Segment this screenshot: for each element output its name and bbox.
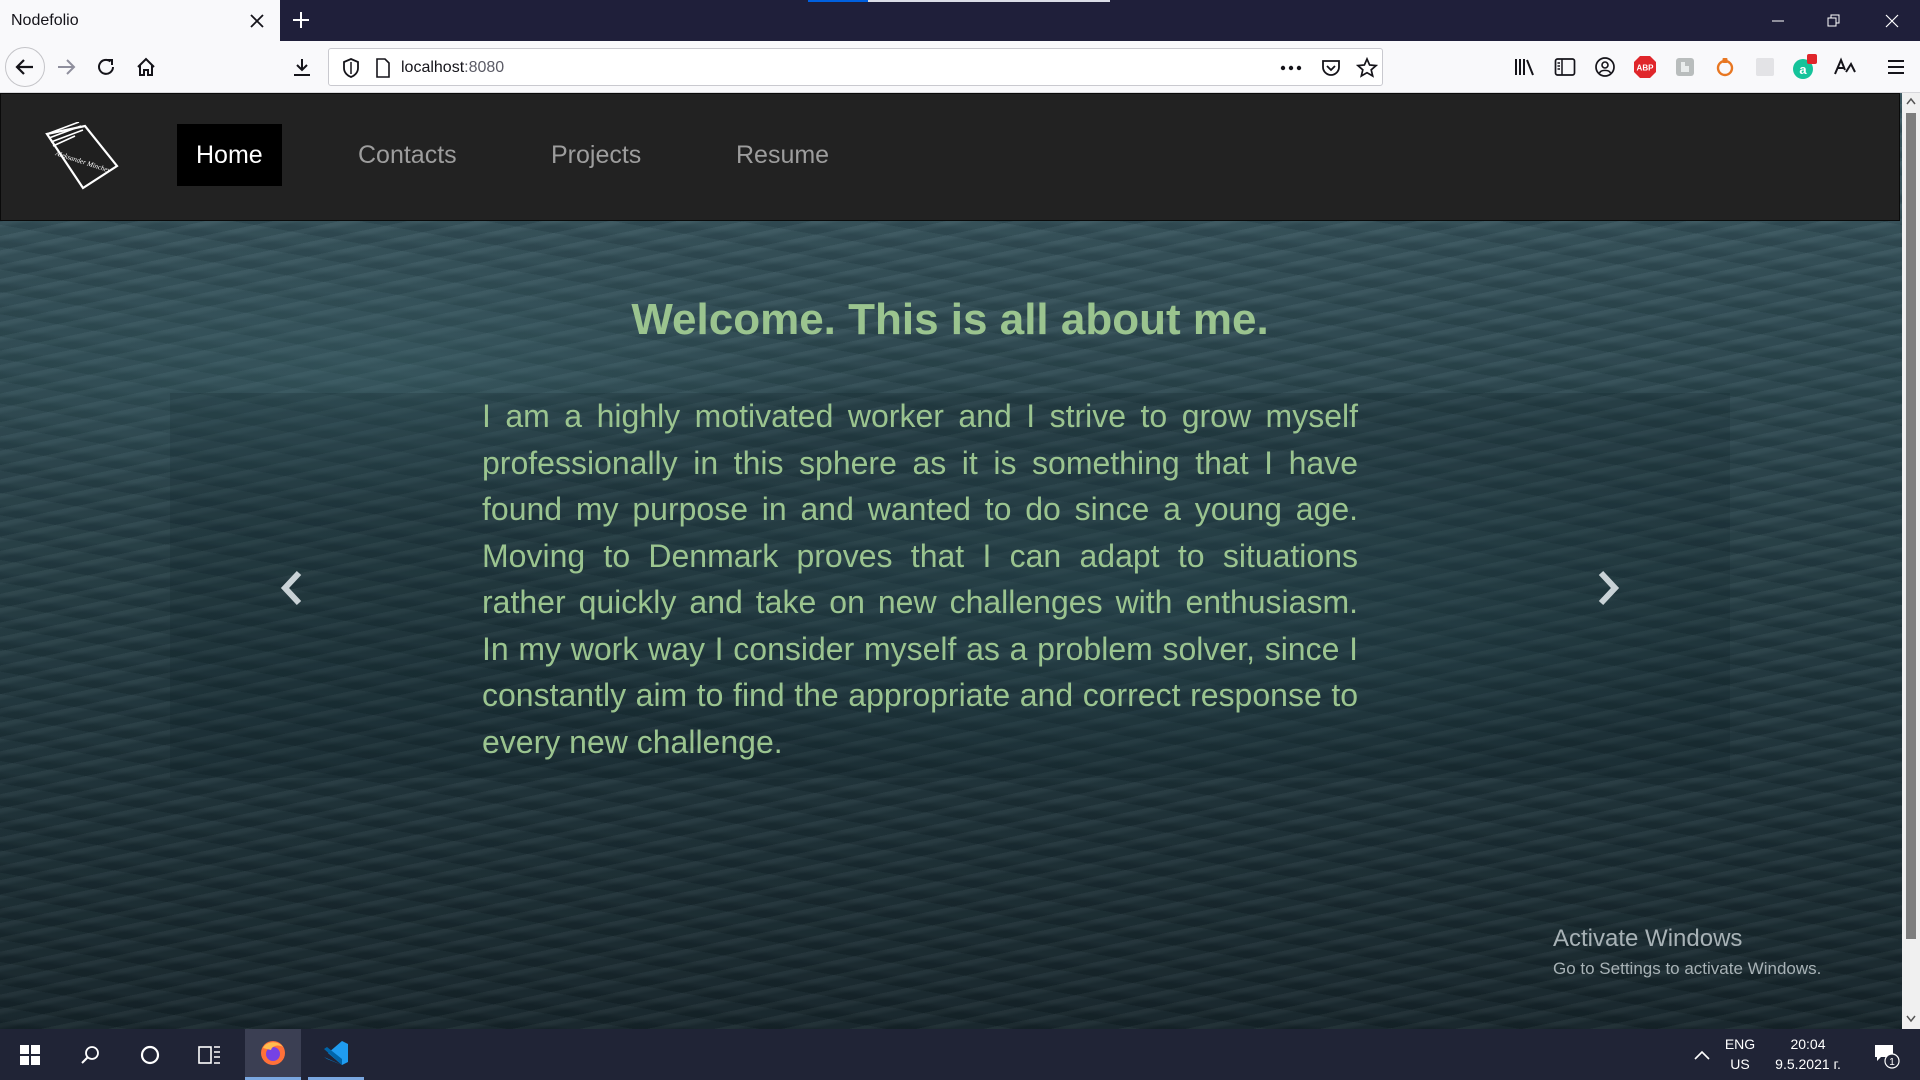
windows-taskbar: ENG US 20:04 9.5.2021 г. 1 [0, 1029, 1920, 1080]
menu-icon[interactable] [1883, 54, 1909, 80]
carousel-next-icon[interactable] [1588, 563, 1628, 613]
hero-body: I am a highly motivated worker and I str… [482, 398, 1358, 760]
notifications-icon[interactable]: 1 [1858, 1029, 1914, 1080]
vscode-taskbar-icon[interactable] [308, 1029, 364, 1080]
nav-projects[interactable]: Projects [532, 124, 660, 186]
minimize-icon[interactable] [1750, 0, 1806, 41]
tab-close-icon[interactable] [244, 8, 270, 34]
pocket-icon[interactable] [1319, 56, 1343, 80]
sidebar-icon[interactable] [1552, 54, 1578, 80]
restore-icon[interactable] [1806, 0, 1862, 41]
scroll-thumb[interactable] [1906, 113, 1916, 939]
page-scrollbar[interactable] [1902, 93, 1920, 1029]
close-window-icon[interactable] [1864, 0, 1920, 41]
back-icon[interactable] [5, 47, 45, 87]
nav-home[interactable]: Home [177, 124, 282, 186]
shield-icon[interactable] [339, 56, 363, 80]
translate-icon[interactable] [1832, 54, 1858, 80]
page-viewport: Aleksander Minchev Home Contacts Project… [0, 93, 1902, 1029]
input-language[interactable]: ENG US [1716, 1034, 1764, 1074]
scroll-down-icon[interactable] [1906, 1015, 1916, 1023]
star-icon[interactable] [1355, 56, 1379, 80]
more-icon[interactable] [1279, 56, 1303, 80]
home-icon[interactable] [128, 49, 164, 85]
scroll-up-icon[interactable] [1906, 97, 1916, 105]
search-icon[interactable] [62, 1029, 118, 1080]
extension-puzzle-icon[interactable] [1672, 54, 1698, 80]
clock-time: 20:04 [1790, 1036, 1826, 1052]
url-host: localhost [401, 59, 465, 76]
watermark-subtitle: Go to Settings to activate Windows. [1553, 959, 1822, 978]
cortana-icon[interactable] [122, 1029, 178, 1080]
site-navbar: Aleksander Minchev Home Contacts Project… [0, 93, 1900, 221]
account-icon[interactable] [1592, 54, 1618, 80]
clock[interactable]: 20:04 9.5.2021 г. [1766, 1034, 1850, 1074]
page-icon [371, 56, 395, 80]
watermark-title: Activate Windows [1553, 925, 1743, 952]
lang-code: ENG [1724, 1036, 1756, 1052]
extension-orange-icon[interactable] [1712, 54, 1738, 80]
carousel-prev-icon[interactable] [272, 563, 312, 613]
reload-icon[interactable] [88, 49, 124, 85]
firefox-taskbar-icon[interactable] [245, 1029, 301, 1080]
clock-date: 9.5.2021 г. [1775, 1056, 1841, 1072]
extension-grey-icon[interactable] [1752, 54, 1778, 80]
tab-loading-fill [808, 0, 869, 2]
grammarly-icon[interactable]: a [1792, 54, 1818, 80]
library-icon[interactable] [1512, 54, 1538, 80]
notification-count: 1 [1889, 1057, 1895, 1068]
nav-resume[interactable]: Resume [717, 124, 848, 186]
svg-text:ABP: ABP [1637, 64, 1655, 73]
svg-text:a: a [1799, 62, 1807, 77]
site-logo[interactable]: Aleksander Minchev [43, 121, 121, 194]
browser-toolbar: localhost:8080 ABP a [0, 41, 1920, 93]
activate-windows-watermark: Activate Windows Go to Settings to activ… [1553, 925, 1821, 979]
browser-tab[interactable]: Nodefolio [0, 0, 280, 41]
downloads-icon[interactable] [284, 49, 320, 85]
url-bar[interactable]: localhost:8080 [328, 48, 1383, 86]
new-tab-icon[interactable] [287, 6, 315, 34]
hero-title: Welcome. This is all about me. [631, 295, 1269, 344]
browser-tabbar: Nodefolio [0, 0, 1920, 41]
adblock-icon[interactable]: ABP [1632, 54, 1658, 80]
url-text: localhost:8080 [401, 59, 504, 77]
forward-icon[interactable] [48, 49, 84, 85]
windows-start-icon[interactable] [2, 1029, 58, 1080]
nav-contacts[interactable]: Contacts [339, 124, 476, 186]
lang-region: US [1730, 1056, 1750, 1072]
task-view-icon[interactable] [182, 1029, 238, 1080]
url-port: :8080 [464, 59, 505, 76]
tab-title: Nodefolio [11, 11, 79, 29]
tab-loading-bar [808, 0, 1110, 2]
